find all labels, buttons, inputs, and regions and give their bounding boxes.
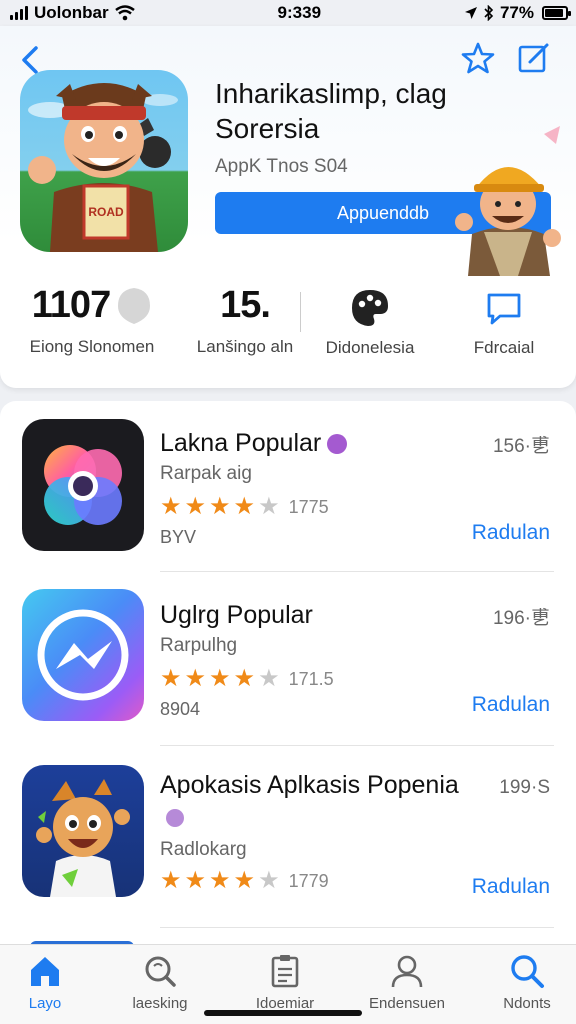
verified-badge-icon (327, 434, 348, 455)
get-button[interactable]: Radulan (472, 521, 550, 545)
stat-item: Didonelesia (318, 284, 422, 358)
stats-row: 1107 Eiong Slonomen 15. Lanšingo aln Did… (0, 284, 576, 374)
stat-value: 15. (220, 284, 271, 326)
rating-stars: ★ ★ ★ ★ ★ 1775 (160, 493, 329, 520)
rating-count: 171.5 (288, 668, 334, 689)
stat-label: Fdrcaial (473, 338, 535, 357)
battery-percent: 77% (499, 3, 534, 22)
tab-label: Layo (28, 995, 62, 1012)
mascot-illustration (455, 126, 561, 276)
stat-label: Lanšingo aln (196, 337, 294, 356)
messenger-app-icon (22, 589, 144, 721)
app-category: Radlokarg (160, 839, 247, 860)
app-meta: 8904 (160, 699, 201, 719)
rating-stars: ★ ★ ★ ★ ★ 1779 (160, 867, 329, 894)
rating-stars: ★ ★ ★ ★ ★ 171.5 (160, 665, 334, 692)
stat-label: Didonelesia (325, 338, 415, 357)
list-item[interactable]: Uglrg Popular Rarpulhg ★ ★ ★ ★ ★ 171.5 8904 … (0, 573, 576, 746)
app-size: 199·S (499, 777, 550, 798)
status-bar: Uolonbar 9:339 77% (0, 0, 576, 26)
tab-today[interactable]: Layo (0, 953, 100, 1012)
star-icon[interactable] (460, 40, 496, 76)
get-button[interactable]: Radulan (472, 875, 550, 899)
app-name: Apokasis Aplkasis Popenia (160, 771, 459, 799)
tab-search[interactable]: Ndonts (472, 953, 576, 1012)
app-meta: BYV (160, 527, 197, 547)
status-time: 9:339 (277, 3, 322, 22)
magnifier-icon (145, 956, 176, 987)
stat-value: 1107 (31, 284, 111, 326)
clipboard-icon (271, 955, 299, 988)
list-item[interactable]: Apokasis Aplkasis Popenia Radlokarg ★ ★ ★ ★… (0, 747, 576, 928)
tab-account[interactable]: Endensuen (352, 953, 462, 1012)
divider (160, 927, 554, 928)
stat-item: 15. Lanšingo aln (190, 284, 300, 357)
tab-apps[interactable]: Idoemiar (230, 953, 340, 1012)
divider (160, 571, 554, 572)
tab-label: Endensuen (369, 995, 445, 1012)
app-category: Rarpulhg (160, 635, 238, 656)
tab-label: laesking (132, 995, 188, 1012)
battery-icon (542, 6, 571, 20)
message-icon (487, 293, 521, 325)
carrier-label: Uolonbar (34, 3, 109, 22)
signal-icon (10, 6, 28, 20)
bluetooth-icon (484, 5, 494, 21)
app-icon: ROAD (20, 70, 188, 252)
stat-label: Eiong Slonomen (29, 337, 155, 356)
wifi-icon (114, 5, 135, 21)
verified-badge-icon (166, 809, 184, 828)
palette-icon (352, 290, 388, 326)
app-list: Lakna Popular Rarpak aig ★ ★ ★ ★ ★ 1775 BYV … (0, 401, 576, 961)
get-button[interactable]: Radulan (472, 693, 550, 717)
app-category: Rarpak aig (160, 463, 252, 484)
app-name: Lakna Popular (160, 429, 322, 457)
divider (160, 745, 554, 746)
app-size: 196·乶 (492, 608, 550, 629)
app-size: 156·乶 (492, 436, 550, 457)
list-item[interactable]: Lakna Popular Rarpak aig ★ ★ ★ ★ ★ 1775 BYV … (0, 401, 576, 572)
divider (300, 292, 301, 332)
home-icon (31, 957, 59, 986)
app-name: Uglrg Popular (160, 601, 313, 629)
character-app-icon (22, 765, 144, 897)
tab-label: Ndonts (503, 995, 551, 1012)
search-icon (511, 955, 544, 988)
person-icon (391, 955, 423, 988)
rating-count: 1779 (288, 870, 329, 891)
compose-icon[interactable] (516, 40, 552, 76)
tab-search-games[interactable]: laesking (105, 953, 215, 1012)
home-indicator[interactable] (204, 1010, 362, 1016)
stat-item: 1107 Eiong Slonomen (22, 284, 162, 357)
stat-item: Fdrcaial (452, 284, 556, 358)
game-character-icon: ROAD (28, 83, 178, 252)
svg-text:ROAD: ROAD (88, 205, 124, 219)
flower-app-icon (22, 419, 144, 551)
location-icon (464, 7, 477, 19)
app-header-card: ROAD Inharikaslimp, clag Sorersia AppK T… (0, 26, 576, 388)
badge-shape-icon (118, 287, 151, 324)
rating-count: 1775 (288, 496, 329, 517)
